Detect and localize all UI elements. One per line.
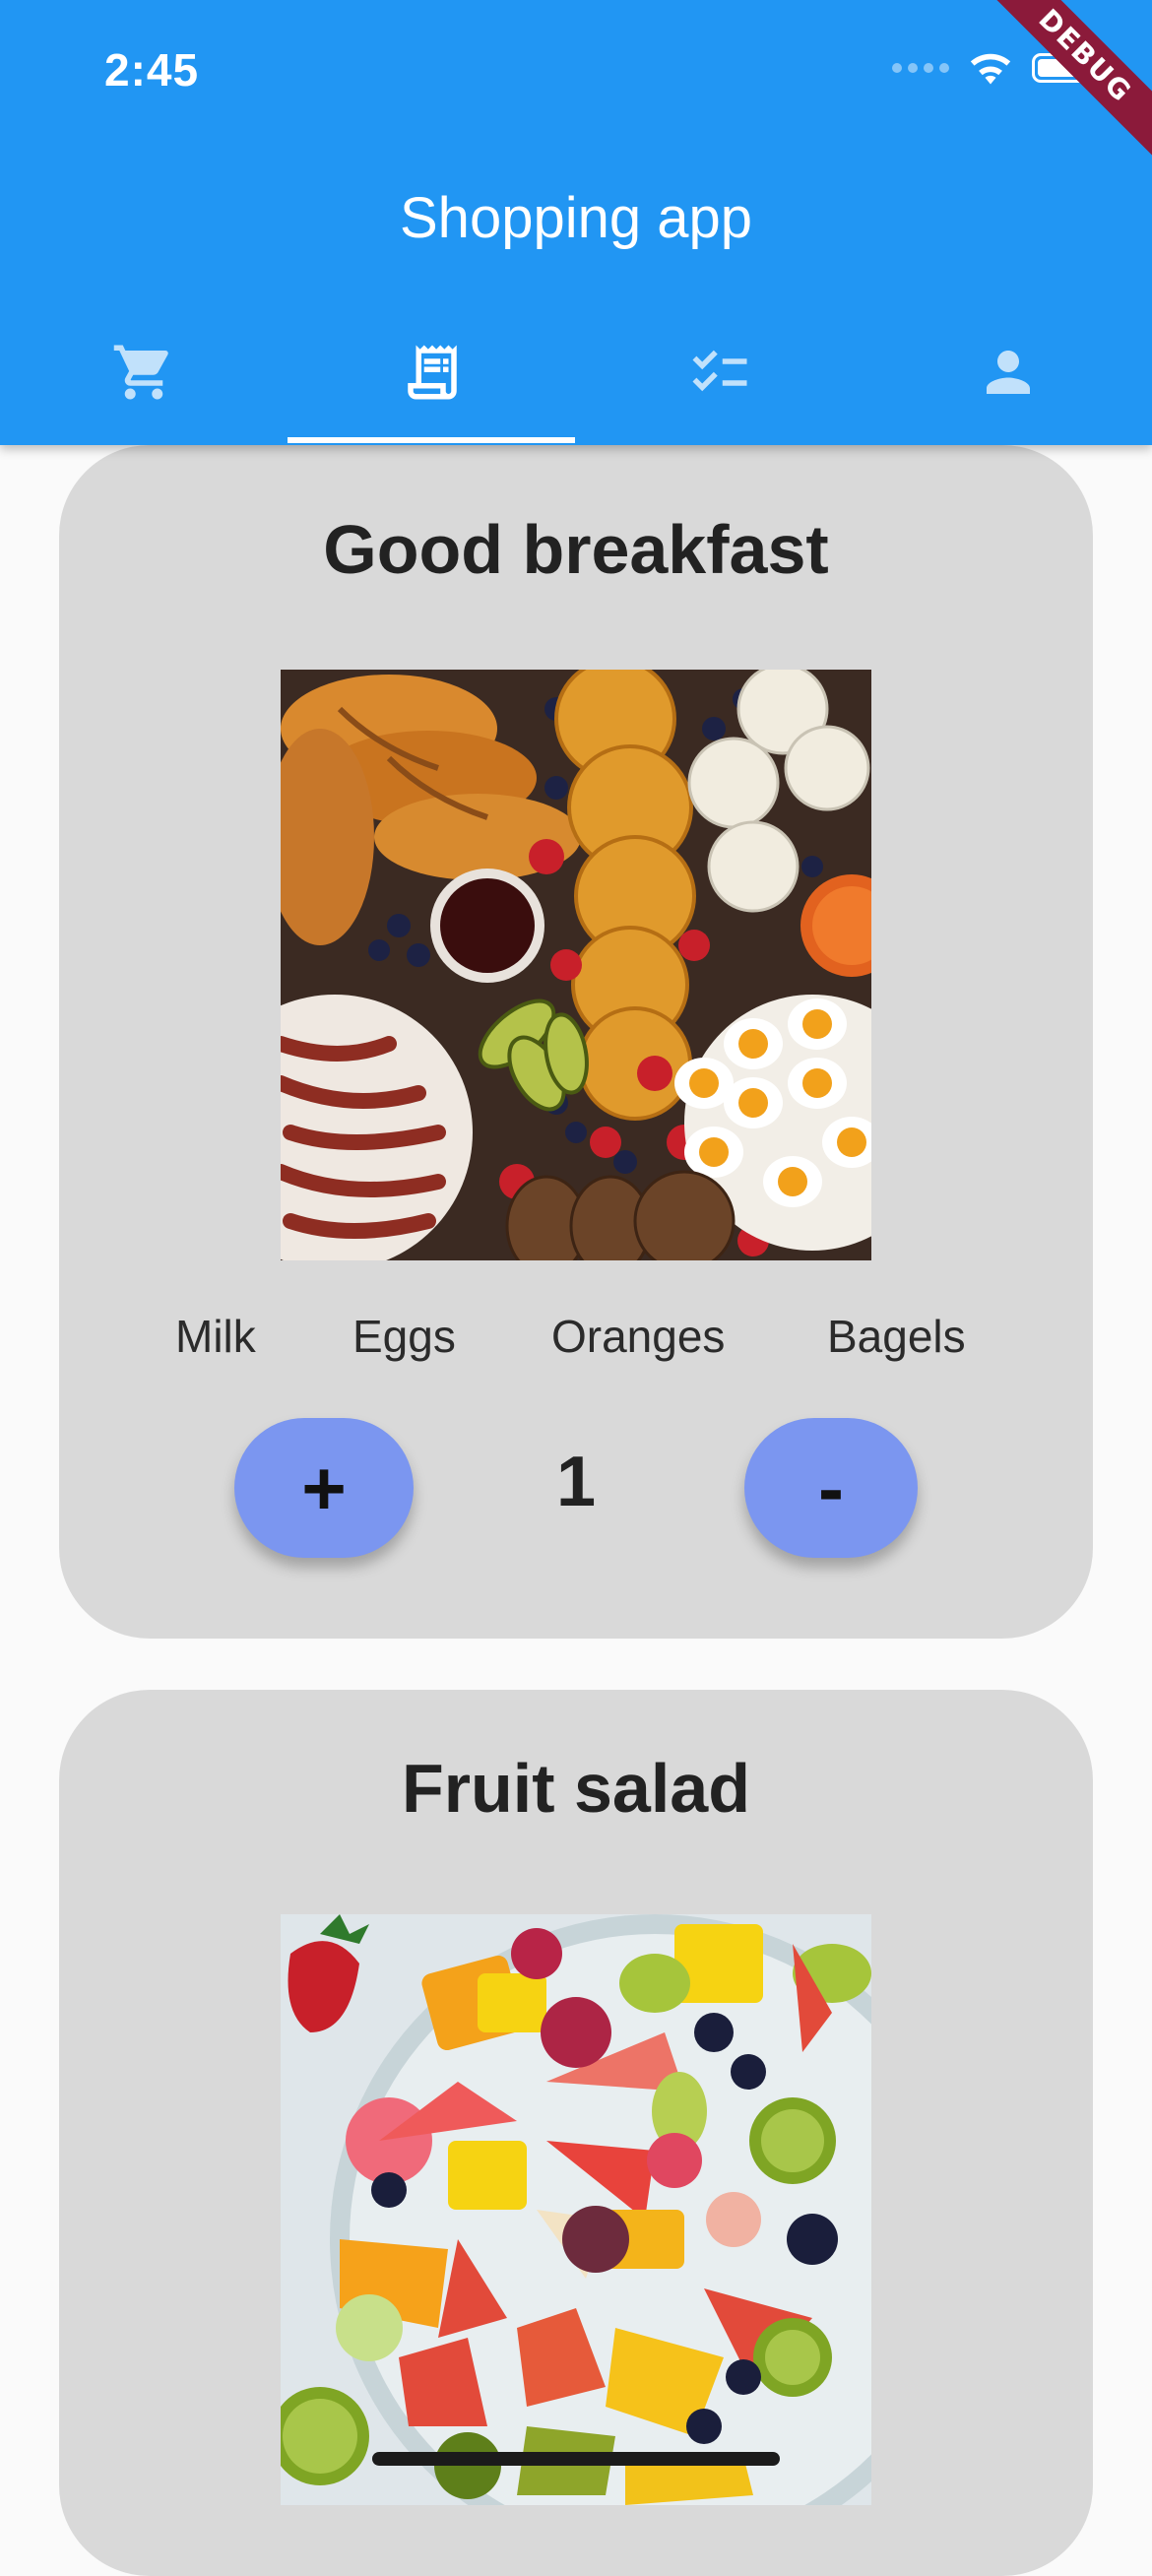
recipe-card: Good breakfast: [59, 445, 1093, 1639]
debug-banner: DEBUG: [972, 0, 1152, 169]
selected-tab-indicator: [288, 437, 575, 443]
receipt-icon: [400, 340, 465, 405]
tab-cart[interactable]: [0, 313, 288, 431]
person-icon: [976, 340, 1041, 405]
tab-checklist[interactable]: [576, 313, 864, 431]
checklist-icon: [687, 340, 752, 405]
breakfast-platter-photo: [281, 670, 871, 1260]
ingredient-item: Oranges: [551, 1310, 725, 1363]
app-bar: 2:45 DEBUG Shopping app: [0, 0, 1152, 445]
decrement-button[interactable]: -: [744, 1418, 918, 1558]
cellular-signal-icon: [892, 63, 949, 73]
recipe-title: Fruit salad: [59, 1749, 1093, 1828]
app-title: Shopping app: [0, 185, 1152, 251]
wifi-icon: [969, 51, 1012, 85]
ingredient-item: Bagels: [827, 1310, 966, 1363]
home-indicator[interactable]: [372, 2452, 780, 2466]
tab-profile[interactable]: [864, 313, 1152, 431]
tab-recipes[interactable]: [288, 313, 577, 431]
quantity-value: 1: [59, 1442, 1093, 1522]
fruit-salad-photo: [281, 1914, 871, 2505]
recipe-title: Good breakfast: [59, 510, 1093, 589]
cart-icon: [111, 340, 176, 405]
ingredient-item: Milk: [175, 1310, 256, 1363]
status-time: 2:45: [104, 43, 199, 97]
ingredient-item: Eggs: [352, 1310, 456, 1363]
recipe-card: Fruit salad: [59, 1690, 1093, 2576]
tab-bar: [0, 313, 1152, 445]
